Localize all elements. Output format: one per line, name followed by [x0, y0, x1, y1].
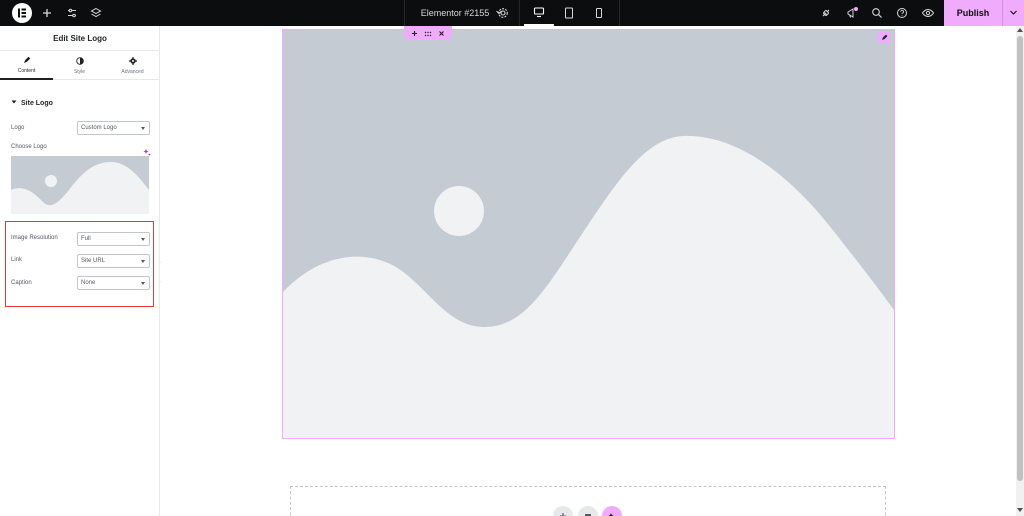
image-placeholder-icon — [283, 30, 894, 438]
folder-icon — [584, 507, 592, 516]
ai-sparkle-icon[interactable] — [143, 143, 151, 156]
add-element-icon[interactable] — [40, 6, 54, 20]
select-caret-icon — [141, 127, 145, 130]
caret-down-icon — [11, 99, 17, 107]
scroll-down-arrow-icon[interactable] — [1017, 508, 1023, 512]
page-settings-gear-icon[interactable] — [496, 6, 510, 20]
logo-label: Logo — [11, 125, 25, 131]
tab-advanced-label: Advanced — [121, 68, 144, 75]
half-circle-icon — [75, 56, 84, 67]
preview-canvas — [161, 26, 1016, 516]
panel-title: Edit Site Logo — [0, 26, 160, 51]
ai-sparkle-icon — [608, 507, 616, 516]
editor-panel: Edit Site Logo Content Style Advanced Si… — [0, 26, 160, 516]
tablet-icon[interactable] — [554, 0, 584, 26]
edit-widget-button[interactable] — [878, 31, 890, 43]
section-site-logo-toggle[interactable]: Site Logo — [11, 99, 53, 107]
scrollbar-thumb[interactable] — [1017, 36, 1023, 481]
preview-eye-icon[interactable] — [921, 6, 935, 20]
section-title: Site Logo — [21, 99, 53, 107]
integrations-icon[interactable] — [819, 6, 833, 20]
delete-section-icon[interactable] — [438, 24, 445, 42]
scroll-up-arrow-icon[interactable] — [1017, 28, 1023, 32]
pencil-icon — [23, 56, 31, 66]
tab-style-label: Style — [73, 68, 86, 75]
publish-button[interactable]: Publish — [944, 0, 1002, 26]
finder-search-icon[interactable] — [870, 6, 884, 20]
canvas-scrollbar[interactable] — [1016, 26, 1024, 516]
help-icon[interactable] — [895, 6, 909, 20]
tab-content-label: Content — [17, 67, 36, 74]
tab-style[interactable]: Style — [53, 51, 106, 80]
highlight-box — [5, 221, 154, 307]
choose-logo-label: Choose Logo — [11, 144, 47, 150]
choose-logo-media-preview[interactable] — [11, 156, 149, 214]
site-logo-widget[interactable] — [282, 29, 895, 439]
gear-icon — [128, 56, 137, 67]
tab-content[interactable]: Content — [0, 51, 53, 80]
editor-top-bar: Elementor #2155 Publish — [0, 0, 1024, 26]
publish-options-button[interactable] — [1002, 0, 1024, 26]
mobile-icon[interactable] — [584, 0, 614, 26]
logo-select[interactable]: Custom Logo — [77, 121, 150, 135]
section-handle — [404, 26, 452, 40]
add-section-icon[interactable] — [411, 24, 418, 42]
logo-select-value: Custom Logo — [81, 125, 117, 131]
chevron-down-icon — [1009, 4, 1018, 22]
tab-advanced[interactable]: Advanced — [106, 51, 159, 80]
desktop-icon[interactable] — [524, 0, 554, 26]
responsive-mode-switcher — [522, 0, 620, 26]
plus-icon — [559, 507, 567, 516]
drag-handle-icon[interactable] — [424, 24, 432, 42]
panel-tabs: Content Style Advanced — [0, 51, 160, 80]
pencil-icon — [881, 28, 888, 46]
document-title: Elementor #2155 — [420, 8, 490, 18]
whats-new-icon[interactable] — [845, 6, 859, 20]
site-settings-icon[interactable] — [65, 6, 79, 20]
structure-layers-icon[interactable] — [89, 6, 103, 20]
elementor-logo-icon[interactable] — [12, 3, 32, 23]
